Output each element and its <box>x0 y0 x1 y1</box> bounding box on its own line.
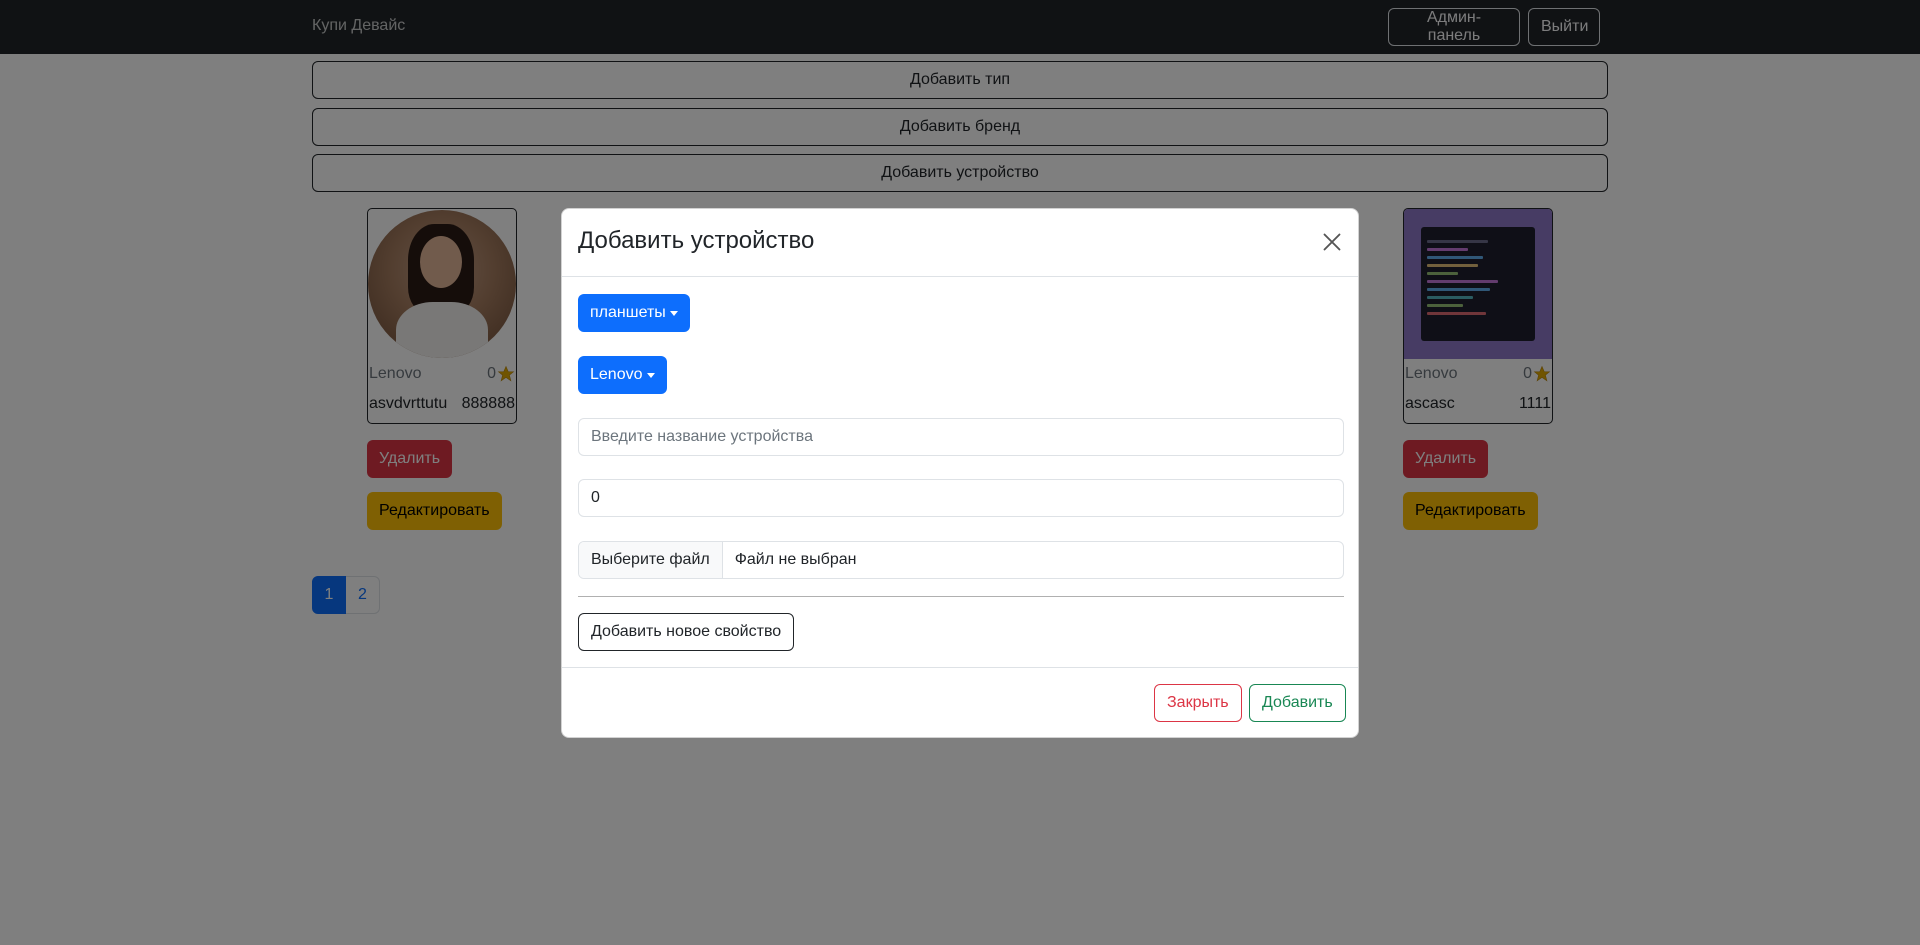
caret-down-icon <box>646 372 655 378</box>
type-dropdown-label: планшеты <box>590 304 666 321</box>
submit-button[interactable]: Добавить <box>1249 684 1346 722</box>
modal-header: Добавить устройство <box>562 209 1358 277</box>
device-price-input[interactable] <box>578 479 1344 517</box>
choose-file-button[interactable]: Выберите файл <box>579 542 723 578</box>
brand-dropdown-label: Lenovo <box>590 366 643 383</box>
divider <box>578 596 1344 597</box>
close-button[interactable]: Закрыть <box>1154 684 1242 722</box>
close-icon[interactable] <box>1316 227 1348 259</box>
brand-dropdown[interactable]: Lenovo <box>578 356 667 394</box>
file-input[interactable]: Выберите файл Файл не выбран <box>578 541 1344 579</box>
caret-down-icon <box>669 310 678 316</box>
type-dropdown[interactable]: планшеты <box>578 294 690 332</box>
modal-footer: Закрыть Добавить <box>562 667 1358 739</box>
modal-title: Добавить устройство <box>578 227 815 254</box>
add-device-modal: Добавить устройство планшеты Lenovo Выбе… <box>561 208 1359 738</box>
device-name-input[interactable] <box>578 418 1344 456</box>
file-status: Файл не выбран <box>734 551 857 568</box>
add-property-button[interactable]: Добавить новое свойство <box>578 613 795 651</box>
